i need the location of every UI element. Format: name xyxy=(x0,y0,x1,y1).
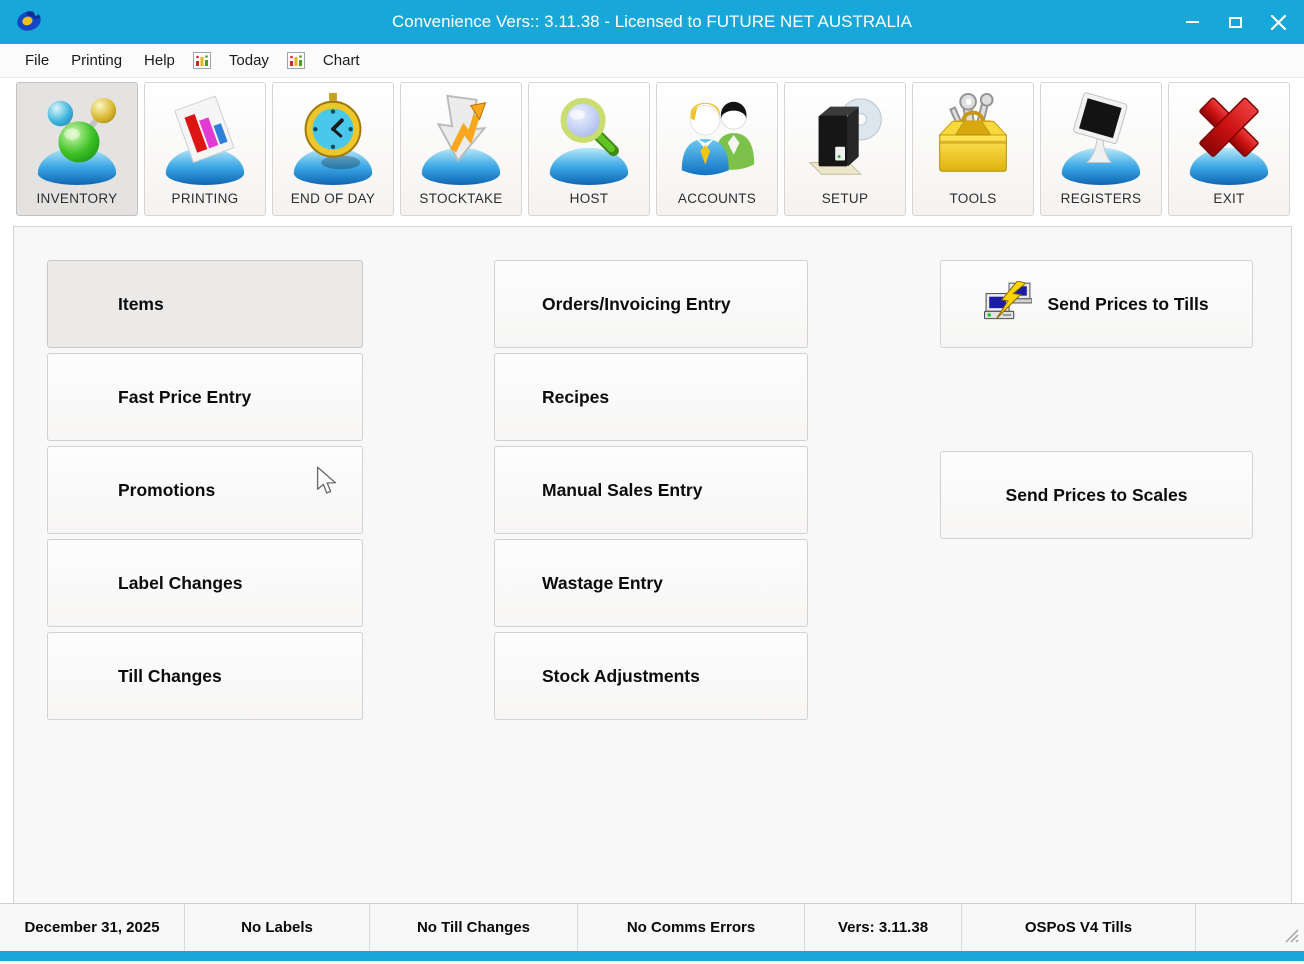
button-label: Send Prices to Scales xyxy=(1006,485,1188,506)
status-labels: No Labels xyxy=(185,904,370,951)
status-till-changes: No Till Changes xyxy=(370,904,578,951)
network-computers-icon xyxy=(984,281,1032,327)
status-version: Vers: 3.11.38 xyxy=(805,904,962,951)
items-button[interactable]: Items xyxy=(47,260,363,348)
status-tills-type: OSPoS V4 Tills xyxy=(962,904,1196,951)
bar-chart-icon xyxy=(193,52,211,69)
toolbar-label: HOST xyxy=(570,191,609,215)
toolbar-button-tools[interactable]: TOOLS xyxy=(912,82,1034,216)
molecule-icon xyxy=(17,83,137,191)
print-report-icon xyxy=(145,83,265,191)
toolbar-label: END OF DAY xyxy=(291,191,376,215)
menu-help[interactable]: Help xyxy=(133,44,186,77)
inventory-button-column-2: Orders/Invoicing Entry Recipes Manual Sa… xyxy=(494,260,808,720)
label-changes-button[interactable]: Label Changes xyxy=(47,539,363,627)
toolbar-button-accounts[interactable]: ACCOUNTS xyxy=(656,82,778,216)
menubar: File Printing Help Today Chart xyxy=(0,44,1304,78)
app-window: Convenience Vers:: 3.11.38 - Licensed to… xyxy=(0,0,1304,964)
magnifier-icon xyxy=(529,83,649,191)
toolbar-label: ACCOUNTS xyxy=(678,191,756,215)
toolbar-label: SETUP xyxy=(822,191,869,215)
minimize-button[interactable] xyxy=(1182,12,1202,32)
toolbar-label: EXIT xyxy=(1213,191,1244,215)
toolbar-button-exit[interactable]: EXIT xyxy=(1168,82,1290,216)
toolbar-button-printing[interactable]: PRINTING xyxy=(144,82,266,216)
window-title: Convenience Vers:: 3.11.38 - Licensed to… xyxy=(0,0,1304,44)
send-prices-to-scales-button[interactable]: Send Prices to Scales xyxy=(940,451,1253,539)
inventory-button-column-1: Items Fast Price Entry Promotions Label … xyxy=(47,260,363,720)
statusbar: December 31, 2025 No Labels No Till Chan… xyxy=(0,903,1304,951)
toolbar-label: REGISTERS xyxy=(1061,191,1142,215)
toolbar-label: TOOLS xyxy=(949,191,996,215)
menu-today[interactable]: Today xyxy=(218,44,280,77)
toolbar-button-setup[interactable]: SETUP xyxy=(784,82,906,216)
menu-chart[interactable]: Chart xyxy=(312,44,371,77)
toolbar: INVENTORY PRINTING xyxy=(0,78,1304,226)
toolbar-button-end-of-day[interactable]: END OF DAY xyxy=(272,82,394,216)
menu-printing[interactable]: Printing xyxy=(60,44,133,77)
status-comms-errors: No Comms Errors xyxy=(578,904,805,951)
promotions-button[interactable]: Promotions xyxy=(47,446,363,534)
computer-cd-icon xyxy=(785,83,905,191)
stock-arrows-icon xyxy=(401,83,521,191)
send-prices-to-tills-button[interactable]: Send Prices to Tills xyxy=(940,260,1253,348)
status-date: December 31, 2025 xyxy=(0,904,185,951)
till-changes-button[interactable]: Till Changes xyxy=(47,632,363,720)
toolbox-icon xyxy=(913,83,1033,191)
recipes-button[interactable]: Recipes xyxy=(494,353,808,441)
titlebar: Convenience Vers:: 3.11.38 - Licensed to… xyxy=(0,0,1304,44)
wastage-entry-button[interactable]: Wastage Entry xyxy=(494,539,808,627)
resize-grip-icon[interactable] xyxy=(1283,927,1299,947)
pos-terminal-icon xyxy=(1041,83,1161,191)
people-icon xyxy=(657,83,777,191)
stopwatch-icon xyxy=(273,83,393,191)
stock-adjustments-button[interactable]: Stock Adjustments xyxy=(494,632,808,720)
window-controls xyxy=(1182,0,1288,44)
menu-file[interactable]: File xyxy=(14,44,60,77)
bar-chart-icon xyxy=(287,52,305,69)
maximize-button[interactable] xyxy=(1225,12,1245,32)
orders-invoicing-entry-button[interactable]: Orders/Invoicing Entry xyxy=(494,260,808,348)
toolbar-label: STOCKTAKE xyxy=(419,191,502,215)
red-x-icon xyxy=(1169,83,1289,191)
toolbar-label: PRINTING xyxy=(172,191,239,215)
inventory-button-column-3: Send Prices to Tills Send Prices to Scal… xyxy=(940,260,1253,539)
status-empty xyxy=(1196,904,1304,951)
toolbar-button-host[interactable]: HOST xyxy=(528,82,650,216)
toolbar-button-stocktake[interactable]: STOCKTAKE xyxy=(400,82,522,216)
close-button[interactable] xyxy=(1268,12,1288,32)
main-area: Items Fast Price Entry Promotions Label … xyxy=(0,226,1304,903)
toolbar-button-inventory[interactable]: INVENTORY xyxy=(16,82,138,216)
button-label: Send Prices to Tills xyxy=(1047,294,1208,315)
window-bottom-border xyxy=(0,951,1304,961)
manual-sales-entry-button[interactable]: Manual Sales Entry xyxy=(494,446,808,534)
fast-price-entry-button[interactable]: Fast Price Entry xyxy=(47,353,363,441)
toolbar-label: INVENTORY xyxy=(37,191,118,215)
toolbar-button-registers[interactable]: REGISTERS xyxy=(1040,82,1162,216)
main-panel: Items Fast Price Entry Promotions Label … xyxy=(13,226,1292,904)
